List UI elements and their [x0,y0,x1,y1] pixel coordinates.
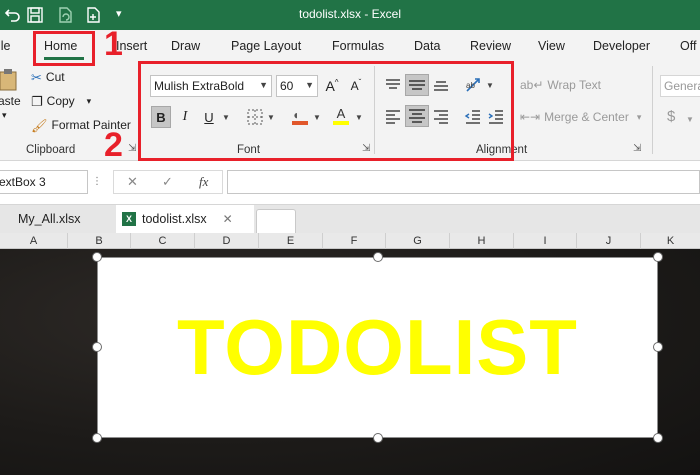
text-box[interactable]: TODOLIST [97,257,658,438]
resize-handle-bottom-left[interactable] [92,433,102,443]
tab-data[interactable]: Data [414,39,440,53]
alignment-dialog-launcher-icon[interactable]: ⇲ [633,143,641,154]
paintbrush-icon: 🖌 [31,117,48,133]
copy-button[interactable]: ❐ Copy ▾ [31,94,91,108]
workbook-tab-my-all[interactable]: My_All.xlsx [18,205,81,233]
clipboard-dialog-launcher-icon[interactable]: ⇲ [128,143,136,154]
close-icon[interactable]: ✕ [223,212,233,226]
annotation-box-home [33,31,95,66]
annotation-box-font-group [138,61,514,161]
resize-handle-right[interactable] [653,342,663,352]
name-box-menu-icon[interactable]: ⋮ [92,176,102,187]
column-header-c[interactable]: C [131,233,195,249]
workbook-tab-bar [0,205,700,233]
merge-center-button[interactable]: ⇤⇥ Merge & Center ▾ [520,110,641,124]
excel-file-icon: X [122,212,136,226]
currency-dropdown-icon[interactable]: ▼ [686,115,694,124]
resize-handle-top-right[interactable] [653,252,663,262]
tab-developer[interactable]: Developer [593,39,650,53]
resize-handle-left[interactable] [92,342,102,352]
copy-dropdown-icon[interactable]: ▾ [87,96,92,107]
formula-input[interactable] [227,170,700,194]
column-header-g[interactable]: G [386,233,450,249]
column-header-d[interactable]: D [195,233,259,249]
resize-handle-bottom[interactable] [373,433,383,443]
column-header-h[interactable]: H [450,233,514,249]
name-box[interactable]: extBox 3 [0,170,88,194]
tab-formulas[interactable]: Formulas [332,39,384,53]
annotation-number-2: 2 [104,126,123,164]
tab-review[interactable]: Review [470,39,511,53]
wrap-text-button[interactable]: ab↵ Wrap Text [520,78,601,92]
resize-handle-bottom-right[interactable] [653,433,663,443]
workbook-tab-todolist[interactable]: X todolist.xlsx ✕ [116,205,254,233]
merge-dropdown-icon[interactable]: ▾ [637,112,642,123]
tab-file[interactable]: ile [0,39,11,53]
group-separator [652,66,653,154]
number-format-combo[interactable]: Genera [660,75,700,97]
column-header-k[interactable]: K [641,233,700,249]
cut-button[interactable]: ✂ Cut [31,70,65,84]
column-header-i[interactable]: I [514,233,577,249]
resize-handle-top[interactable] [373,252,383,262]
resize-handle-top-left[interactable] [92,252,102,262]
tab-office[interactable]: Off [680,39,696,53]
insert-function-icon[interactable]: fx [199,174,208,190]
scissors-icon: ✂ [31,69,42,85]
paste-button[interactable]: aste ▾ [0,68,21,121]
wrap-text-icon: ab↵ [520,78,544,92]
annotation-number-1: 1 [104,25,123,63]
currency-button[interactable]: $ [667,108,675,125]
column-header-a[interactable]: A [0,233,68,249]
cancel-icon[interactable]: ✕ [127,174,138,190]
copy-icon: ❐ [31,93,43,109]
tab-draw[interactable]: Draw [171,39,200,53]
new-tab-button[interactable] [256,209,296,233]
clipboard-group-label: Clipboard [26,144,76,156]
merge-icon: ⇤⇥ [520,110,541,124]
tab-page-layout[interactable]: Page Layout [231,39,301,53]
column-header-b[interactable]: B [68,233,131,249]
paste-dropdown-icon[interactable]: ▾ [2,110,7,121]
column-header-f[interactable]: F [323,233,386,249]
window-title: todolist.xlsx - Excel [298,7,402,21]
tab-view[interactable]: View [538,39,565,53]
text-box-content[interactable]: TODOLIST [177,302,578,393]
column-header-e[interactable]: E [259,233,323,249]
column-header-j[interactable]: J [577,233,641,249]
enter-icon[interactable]: ✓ [162,174,173,190]
paste-icon [0,69,17,91]
